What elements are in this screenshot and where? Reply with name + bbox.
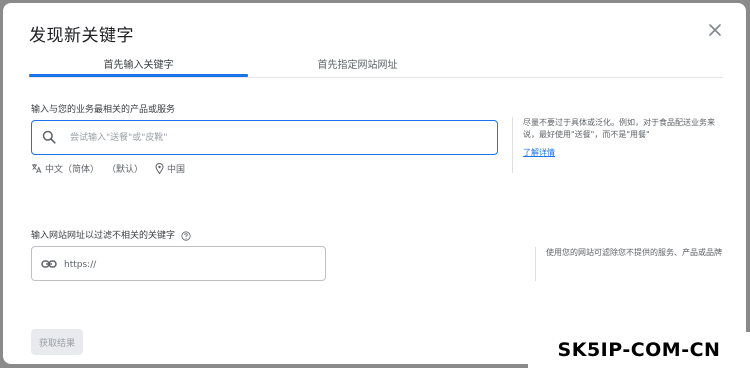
keyword-input-container <box>31 120 498 155</box>
language-selector[interactable]: 中文（简体） <box>31 162 99 175</box>
keyword-help-note: 尽量不要过于具体或泛化。例如，对于食品配送业务来说，最好使用"送餐"，而不是"用… <box>512 117 722 173</box>
translate-icon <box>32 163 42 173</box>
language-location-row: 中文（简体） （默认） 中国 <box>31 161 185 175</box>
url-field-label: 输入网站网址以过滤不相关的关键字 <box>31 228 191 241</box>
watermark-text: SK5IP-COM-CN <box>528 332 750 368</box>
dialog-title: 发现新关键字 <box>29 26 134 46</box>
close-icon[interactable] <box>705 20 725 40</box>
url-input-container <box>31 246 326 281</box>
url-input[interactable] <box>62 256 316 274</box>
tab-website-first[interactable]: 首先指定网站网址 <box>248 49 467 77</box>
location-selector[interactable]: 中国 <box>155 162 185 175</box>
keyword-help-text: 尽量不要过于具体或泛化。例如，对于食品配送业务来说，最好使用"送餐"，而不是"用… <box>523 118 715 139</box>
url-help-text: 使用您的网站可滤除您不提供的服务、产品或品牌 <box>546 248 722 257</box>
active-tab-indicator <box>29 74 248 77</box>
location-label: 中国 <box>167 164 186 175</box>
tab-keywords-first[interactable]: 首先输入关键字 <box>29 49 248 77</box>
language-default-label: （默认） <box>107 164 144 175</box>
keyword-input[interactable] <box>68 129 482 147</box>
keyword-discovery-dialog: 发现新关键字 首先输入关键字 首先指定网站网址 输入与您的业务最相关的产品或服务… <box>3 3 746 364</box>
learn-more-link[interactable]: 了解详情 <box>523 147 555 159</box>
url-help-note: 使用您的网站可滤除您不提供的服务、产品或品牌 <box>535 247 723 281</box>
link-icon <box>41 260 57 268</box>
url-field-label-text: 输入网站网址以过滤不相关的关键字 <box>31 231 176 241</box>
location-pin-icon <box>155 162 164 174</box>
help-icon[interactable] <box>181 230 191 241</box>
keyword-field-label: 输入与您的业务最相关的产品或服务 <box>31 105 176 115</box>
get-results-button[interactable]: 获取结果 <box>31 329 83 355</box>
tab-bar: 首先输入关键字 首先指定网站网址 <box>29 49 723 78</box>
language-label: 中文（简体） <box>45 164 100 175</box>
search-icon <box>42 130 56 144</box>
